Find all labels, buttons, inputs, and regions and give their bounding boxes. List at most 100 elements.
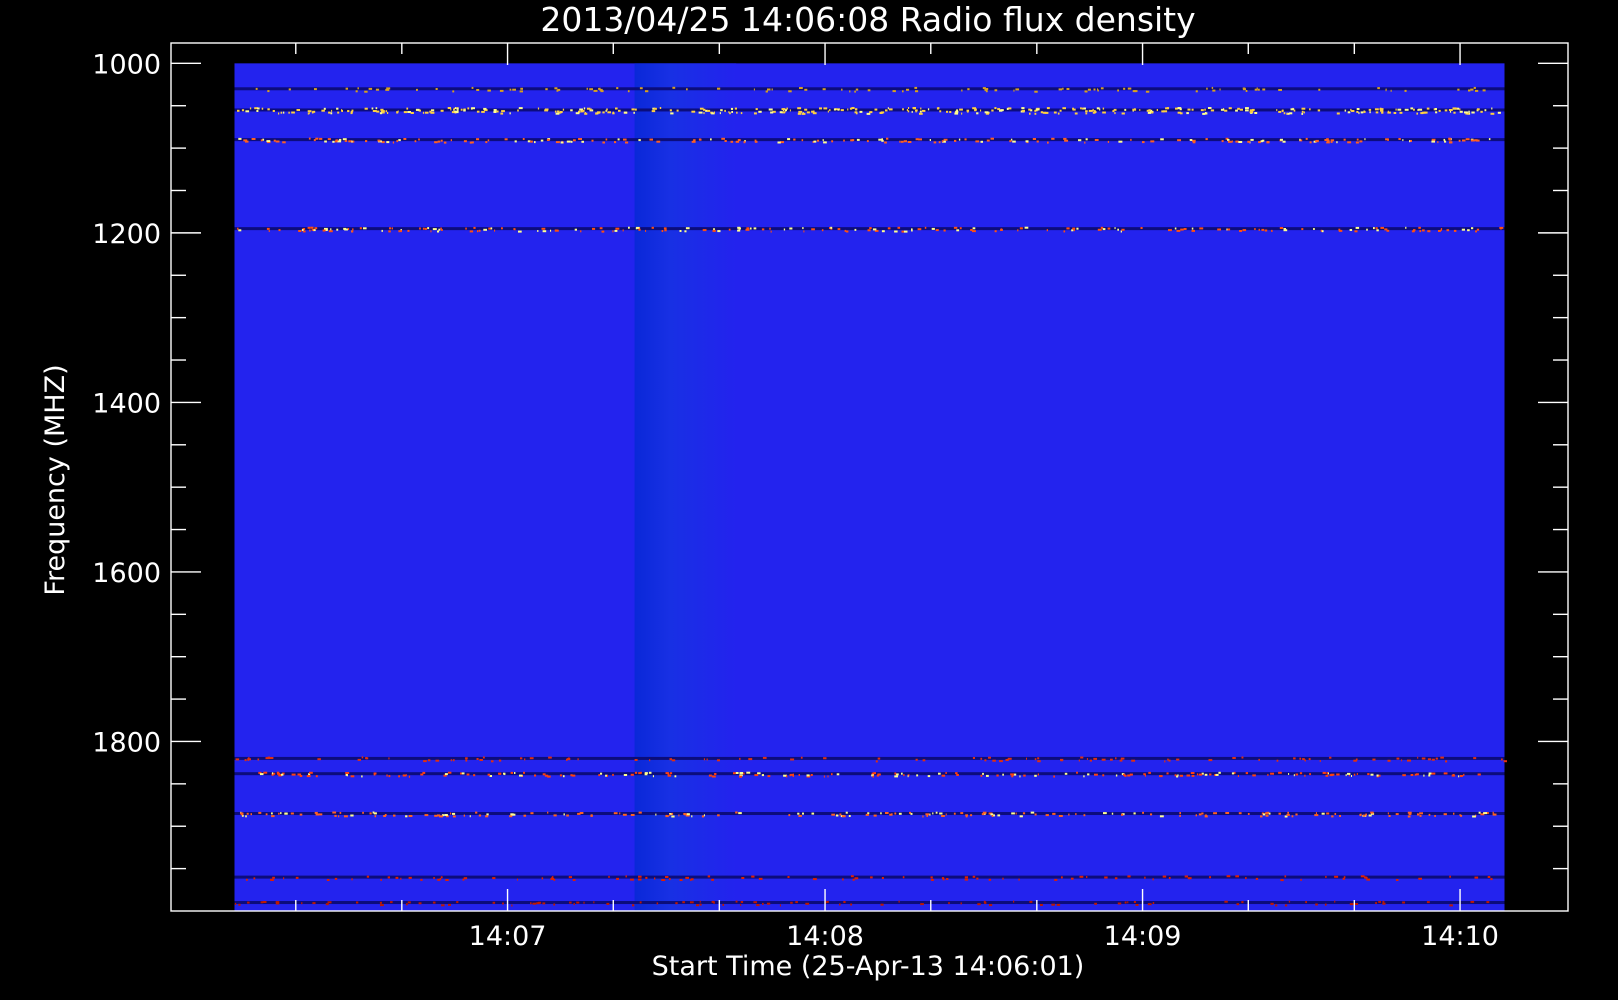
band-speckle [362,811,364,814]
band-speckle [884,141,887,144]
band-speckle [373,812,377,815]
band-speckle [1393,112,1397,114]
band-speckle [1191,227,1194,230]
band-speckle [953,226,958,229]
band-speckle [1058,815,1063,817]
band-speckle [1431,758,1435,761]
band-speckle [1236,903,1240,906]
band-speckle [1262,88,1266,91]
band-speckle [1102,228,1106,231]
band-speckle [278,812,280,815]
band-speckle [1331,815,1334,818]
band-speckle [336,107,339,110]
band-speckle [970,814,973,817]
band-speckle [326,879,330,881]
band-speckle [1037,757,1040,760]
band-speckle [943,138,948,141]
band-speckle [1072,107,1074,110]
band-speckle [441,229,443,231]
band-speckle [877,773,881,776]
band-speckle [369,812,372,815]
band-speckle [661,879,666,881]
band-speckle [1180,228,1184,231]
band-speckle [363,227,367,230]
band-speckle [925,813,930,816]
band-speckle [612,111,614,114]
band-speckle [1166,772,1169,775]
band-speckle [518,107,523,110]
band-speckle [1205,138,1208,141]
band-speckle [1431,140,1435,143]
band-speckle [496,110,499,113]
band-speckle [959,227,962,230]
band-speckle [381,229,383,232]
band-speckle [1354,230,1358,233]
band-speckle [734,107,737,110]
band-speckle [933,141,937,144]
band-speckle [669,878,671,881]
band-speckle [1338,229,1343,232]
band-speckle [375,88,380,91]
band-speckle [1002,877,1004,880]
band-speckle [313,139,316,142]
band-speckle [1127,774,1131,777]
band-speckle [1477,773,1481,776]
band-speckle [1037,773,1039,776]
band-speckle [334,877,338,880]
band-speckle [1373,227,1375,230]
band-speckle [1282,110,1284,112]
band-speckle [719,112,721,115]
x-tick-label: 14:09 [1104,921,1182,952]
band-speckle [886,137,889,140]
band-speckle [649,759,651,762]
band-speckle [956,229,960,232]
band-speckle [1238,812,1242,815]
band-speckle [686,88,688,91]
band-speckle [448,903,451,906]
band-speckle [583,901,585,904]
band-speckle [308,112,310,115]
band-speckle [1034,774,1037,777]
band-speckle [1387,759,1391,762]
band-speckle [915,758,918,761]
band-speckle [299,813,303,816]
band-speckle [1000,109,1004,112]
band-speckle [487,139,490,142]
band-speckle [1283,228,1286,230]
band-speckle [768,108,773,111]
band-speckle [311,228,314,231]
band-speckle [1490,112,1495,115]
band-speckle [735,900,738,903]
band-speckle [356,901,359,904]
band-speckle [1231,140,1233,143]
band-speckle [1444,140,1447,143]
band-speckle [630,773,634,776]
band-speckle [777,141,781,144]
band-speckle [1006,108,1009,110]
band-speckle [1247,813,1250,815]
band-speckle [315,813,320,816]
band-speckle [1355,141,1359,144]
band-speckle [756,904,760,907]
band-speckle [1072,227,1076,230]
band-speckle [1291,815,1294,818]
band-speckle [613,812,618,815]
band-speckle [916,774,919,777]
band-speckle [1444,109,1448,112]
band-speckle [257,758,260,761]
band-speckle [898,900,900,903]
band-speckle [649,138,653,141]
band-speckle [550,229,552,232]
band-speckle [1278,89,1282,91]
band-speckle [1280,879,1284,882]
band-speckle [822,88,826,91]
band-speckle [1176,758,1180,761]
band-speckle [1275,904,1278,907]
band-speckle [501,110,505,113]
band-speckle [590,814,593,817]
band-speckle [903,140,907,143]
band-speckle [889,813,893,816]
band-speckle [608,875,610,878]
band-speckle [743,772,745,775]
band-speckle [339,811,342,814]
